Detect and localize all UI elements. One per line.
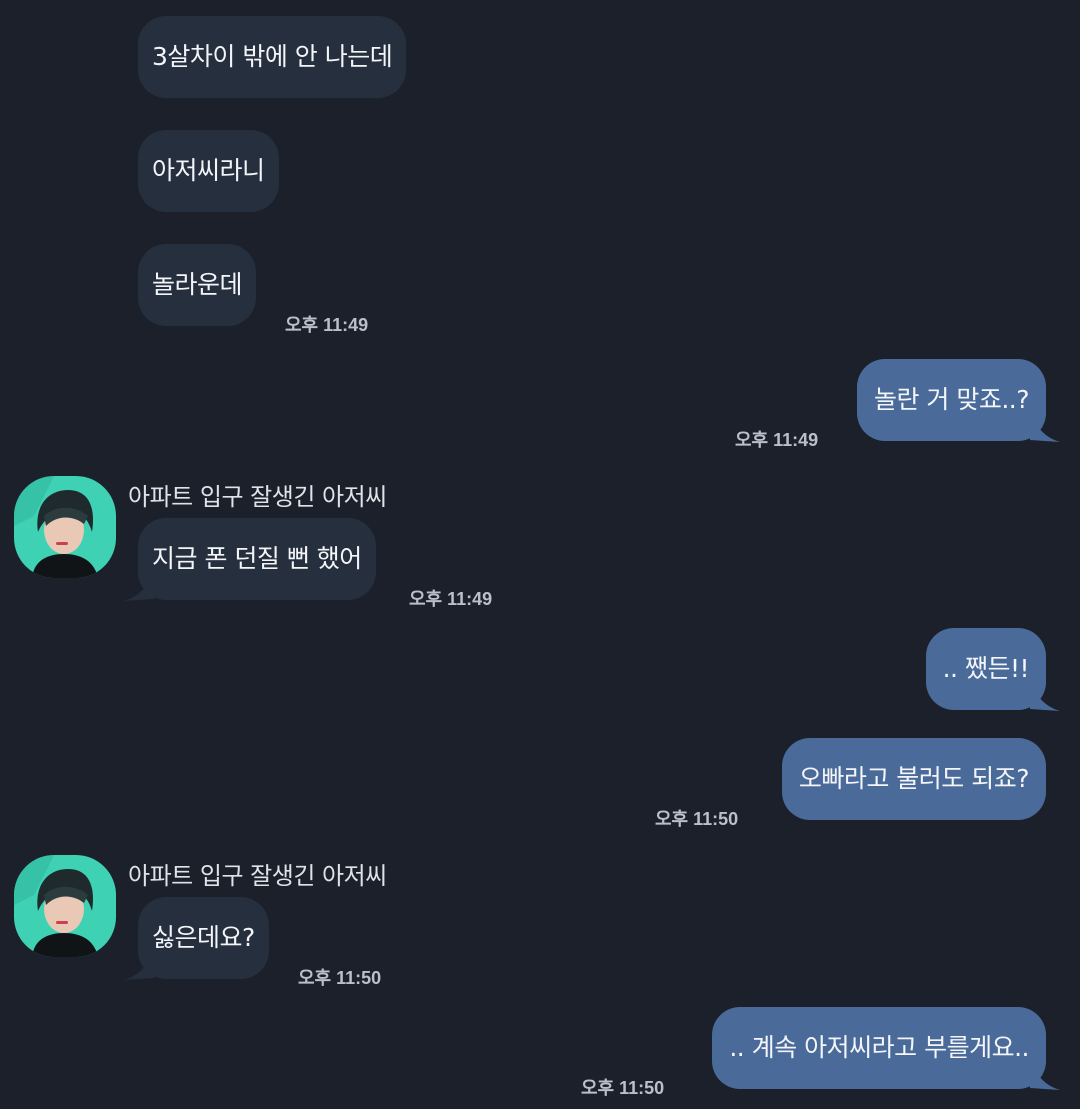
message-text: 3살차이 밖에 안 나는데: [152, 42, 393, 71]
message-timestamp: 오후 11:49: [285, 315, 369, 335]
incoming-message-bubble[interactable]: 놀라운데: [138, 244, 257, 326]
outgoing-bubble-tail: [1030, 412, 1060, 442]
message-text: .. 계속 아저씨라고 부를게요..: [729, 1033, 1029, 1062]
outgoing-message-bubble[interactable]: .. 계속 아저씨라고 부를게요..: [712, 1007, 1046, 1089]
message-text: 놀라운데: [152, 270, 243, 299]
message-text: 싫은데요?: [152, 923, 255, 952]
message-text: .. 쨌든!!: [942, 654, 1030, 683]
message-text: 오빠라고 불러도 되죠?: [798, 764, 1030, 793]
message-timestamp: 오후 11:50: [298, 968, 382, 988]
incoming-message-bubble[interactable]: 아저씨라니: [138, 130, 279, 212]
incoming-bubble-tail: [124, 950, 154, 980]
incoming-message-bubble[interactable]: 싫은데요?: [138, 897, 269, 979]
profile-photo-icon: [14, 476, 116, 578]
sender-name: 아파트 입구 잘생긴 아저씨: [128, 862, 387, 890]
sender-avatar[interactable]: [14, 855, 116, 957]
message-text: 놀란 거 맞죠..?: [873, 385, 1030, 414]
sender-avatar[interactable]: [14, 476, 116, 578]
message-timestamp: 오후 11:49: [735, 430, 819, 450]
message-timestamp: 오후 11:50: [581, 1078, 665, 1098]
profile-photo-icon: [14, 855, 116, 957]
message-timestamp: 오후 11:50: [655, 809, 739, 829]
outgoing-message-bubble[interactable]: 놀란 거 맞죠..?: [856, 359, 1046, 441]
incoming-bubble-tail: [124, 571, 154, 601]
sender-name: 아파트 입구 잘생긴 아저씨: [128, 483, 387, 511]
incoming-message-bubble[interactable]: 지금 폰 던질 뻔 했어: [138, 518, 376, 600]
outgoing-message-bubble[interactable]: .. 쨌든!!: [925, 628, 1046, 710]
outgoing-bubble-tail: [1030, 681, 1060, 711]
outgoing-message-bubble[interactable]: 오빠라고 불러도 되죠?: [781, 738, 1046, 820]
outgoing-bubble-tail: [1030, 1060, 1060, 1090]
incoming-message-bubble[interactable]: 3살차이 밖에 안 나는데: [138, 16, 407, 98]
message-timestamp: 오후 11:49: [409, 589, 493, 609]
message-text: 지금 폰 던질 뻔 했어: [152, 544, 362, 573]
message-text: 아저씨라니: [152, 156, 265, 185]
